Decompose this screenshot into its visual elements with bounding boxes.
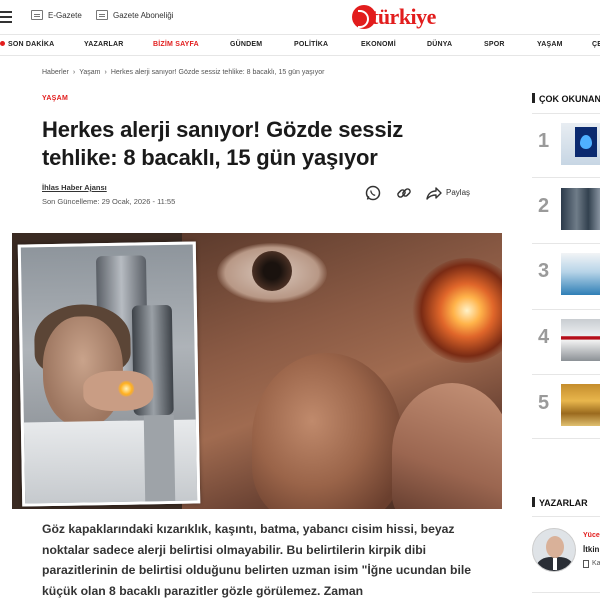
nav-item-yazarlar[interactable]: YAZARLAR bbox=[84, 41, 123, 48]
writer-avatar[interactable] bbox=[532, 528, 576, 572]
popular-thumb-2[interactable] bbox=[561, 188, 600, 230]
egazete-link[interactable]: E-Gazete bbox=[31, 10, 82, 20]
nav-item-politika[interactable]: POLİTİKA bbox=[294, 41, 328, 48]
link-icon[interactable] bbox=[395, 184, 413, 202]
whatsapp-icon[interactable] bbox=[364, 184, 382, 202]
subscription-label: Gazete Aboneliği bbox=[113, 10, 174, 20]
nav-item-son-dakika[interactable]: SON DAKİKA bbox=[0, 41, 54, 48]
popular-rank-1: 1 bbox=[538, 130, 550, 152]
article-updated: Son Güncelleme: 29 Ocak, 2026 - 11:55 bbox=[42, 197, 176, 206]
logo-mark-icon bbox=[352, 5, 376, 29]
divider bbox=[532, 113, 600, 114]
nav-item-gundem[interactable]: GÜNDEM bbox=[230, 41, 262, 48]
document-icon bbox=[583, 560, 589, 568]
hero-inset-photo bbox=[17, 241, 201, 507]
divider bbox=[532, 592, 600, 593]
article-category[interactable]: YAŞAM bbox=[42, 95, 68, 102]
live-dot-icon bbox=[0, 41, 5, 46]
breadcrumb: Haberler › Yaşam › Herkes alerji sanıyor! Gö… bbox=[42, 69, 324, 76]
writer-name[interactable]: Yüce bbox=[583, 532, 600, 539]
popular-rank-4: 4 bbox=[538, 326, 550, 348]
share-label[interactable]: Paylaş bbox=[446, 188, 470, 197]
article-lead: Göz kapaklarındaki kızarıklık, kaşıntı, … bbox=[42, 522, 472, 598]
writer-article-title[interactable]: İtkin bbox=[583, 545, 599, 554]
divider bbox=[532, 374, 600, 375]
nav-item-spor[interactable]: SPOR bbox=[484, 41, 505, 48]
chevron-right-icon: › bbox=[104, 69, 107, 76]
popular-section-title: ÇOK OKUNAN bbox=[532, 93, 600, 104]
article-author[interactable]: İhlas Haber Ajansı bbox=[42, 183, 107, 192]
main-nav: SON DAKİKA YAZARLAR BİZİM SAYFA GÜNDEM P… bbox=[0, 34, 600, 56]
egazete-label: E-Gazete bbox=[48, 10, 82, 20]
article-title: Herkes alerji sanıyor! Gözde sessiz tehl… bbox=[42, 117, 404, 170]
menu-icon[interactable] bbox=[0, 11, 12, 23]
nav-item-dunya[interactable]: DÜNYA bbox=[427, 41, 452, 48]
section-marker bbox=[532, 497, 535, 507]
subscription-link[interactable]: Gazete Aboneliği bbox=[96, 10, 174, 20]
nav-item-bizim-sayfa[interactable]: BİZİM SAYFA bbox=[153, 41, 199, 48]
section-marker bbox=[532, 93, 535, 103]
divider bbox=[532, 243, 600, 244]
top-header: E-Gazete Gazete Aboneliği türkiye bbox=[0, 0, 600, 34]
site-logo[interactable]: türkiye bbox=[352, 4, 436, 30]
chevron-right-icon: › bbox=[72, 69, 76, 76]
divider bbox=[532, 438, 600, 439]
popular-rank-3: 3 bbox=[538, 260, 550, 282]
nav-item-ekonomi[interactable]: EKONOMİ bbox=[361, 41, 396, 48]
writers-section-title: YAZARLAR bbox=[532, 497, 588, 508]
divider bbox=[532, 309, 600, 310]
share-icon[interactable] bbox=[425, 184, 443, 202]
nav-item-more[interactable]: ÇE bbox=[592, 41, 600, 48]
popular-thumb-5[interactable] bbox=[561, 384, 600, 426]
popular-thumb-3[interactable] bbox=[561, 253, 600, 295]
divider bbox=[532, 516, 600, 517]
popular-rank-5: 5 bbox=[538, 392, 550, 414]
nav-item-yasam[interactable]: YAŞAM bbox=[537, 41, 563, 48]
newspaper-icon bbox=[31, 10, 43, 20]
breadcrumb-category[interactable]: Yaşam bbox=[79, 69, 100, 76]
breadcrumb-current: Herkes alerji sanıyor! Gözde sessiz tehl… bbox=[110, 69, 325, 76]
breadcrumb-home[interactable]: Haberler bbox=[42, 69, 69, 76]
writer-meta: Ka bbox=[592, 560, 600, 567]
article-hero-image bbox=[12, 233, 502, 509]
popular-thumb-1[interactable] bbox=[561, 123, 600, 165]
popular-rank-2: 2 bbox=[538, 195, 550, 217]
divider bbox=[532, 177, 600, 178]
newspaper-icon bbox=[96, 10, 108, 20]
popular-thumb-4[interactable] bbox=[561, 319, 600, 361]
logo-text: türkiye bbox=[371, 4, 436, 29]
